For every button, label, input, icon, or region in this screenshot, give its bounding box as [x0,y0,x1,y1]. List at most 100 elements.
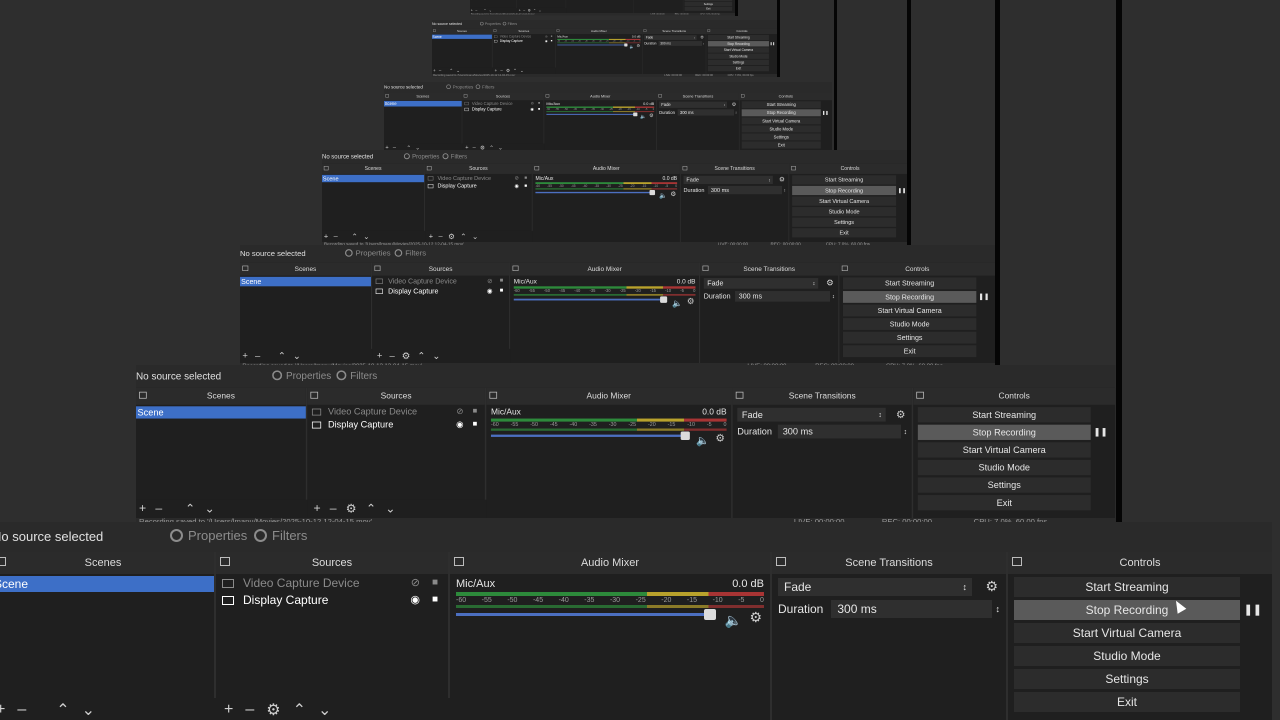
volume-slider[interactable] [490,431,690,440]
dock-icon[interactable] [323,166,329,171]
dock-icon[interactable] [454,557,464,566]
volume-slider-handle[interactable] [704,609,716,620]
move-up-button[interactable]: ⌃ [417,350,425,362]
pause-icon[interactable]: ❚❚ [822,109,828,116]
move-up-button[interactable]: ⌃ [352,232,358,241]
transition-gear-icon[interactable]: ⚙ [896,408,906,421]
add-source-button[interactable]: + [313,502,320,516]
duration-input[interactable]: 300 ms [708,185,782,195]
remove-scene-button[interactable]: – [17,701,26,719]
dock-icon[interactable] [489,391,498,399]
speaker-icon[interactable]: 🔈 [696,434,709,447]
source-item[interactable]: Video Capture Device ⊘ ■ [307,406,484,418]
start-streaming-button[interactable]: Start Streaming [707,34,769,41]
dock-icon[interactable] [791,166,796,171]
volume-slider-handle[interactable] [680,431,690,440]
remove-scene-button[interactable]: – [155,502,162,516]
dock-icon[interactable] [433,29,436,32]
add-scene-button[interactable]: + [242,351,248,362]
stop-recording-button[interactable]: Stop Recording ❚❚ [741,109,829,117]
duration-stepper[interactable]: ↕ [784,188,786,193]
filters-button[interactable]: Filters [442,153,467,160]
filters-button[interactable]: Filters [254,528,307,543]
source-settings-gear-icon[interactable]: ⚙ [506,68,510,74]
stop-recording-button[interactable]: Stop Recording ❚❚ [792,185,906,196]
source-settings-gear-icon[interactable]: ⚙ [448,232,455,241]
volume-slider-handle[interactable] [649,190,656,196]
remove-source-button[interactable]: – [439,232,443,240]
duration-input[interactable]: 300 ms [658,41,702,46]
start-streaming-button[interactable]: Start Streaming [792,175,897,185]
move-down-button[interactable]: ⌄ [363,232,369,241]
duration-stepper[interactable]: ↕ [904,428,907,436]
add-scene-button[interactable]: + [433,68,436,73]
settings-button[interactable]: Settings [792,217,897,227]
lock-icon[interactable]: ■ [500,276,504,285]
remove-source-button[interactable]: – [389,351,394,362]
move-down-button[interactable]: ⌄ [520,68,524,74]
stop-recording-button[interactable]: Stop Recording ❚❚ [707,41,775,47]
remove-scene-button[interactable]: – [439,68,441,73]
studio-mode-button[interactable]: Studio Mode [707,53,769,59]
lock-icon[interactable]: ■ [432,592,438,608]
transition-select[interactable]: Fade ↕ [737,407,886,422]
move-up-button[interactable]: ⌃ [293,700,306,720]
volume-slider[interactable] [456,609,716,620]
exit-button[interactable]: Exit [741,141,821,149]
stop-recording-button[interactable]: Stop Recording ❚❚ [842,291,989,303]
lock-icon[interactable]: ■ [538,107,540,113]
volume-slider[interactable] [535,190,656,196]
filters-button[interactable]: Filters [502,22,517,26]
lock-icon[interactable]: ■ [524,174,527,181]
duration-stepper[interactable]: ↕ [735,111,737,115]
duration-stepper[interactable]: ↕ [703,42,704,45]
mixer-gear-icon[interactable]: ⚙ [687,296,694,306]
add-source-button[interactable]: + [224,701,233,719]
duration-input[interactable]: 300 ms [735,291,830,302]
volume-slider[interactable] [557,43,628,47]
start-virtual-camera-button[interactable]: Start Virtual Camera [1014,623,1240,643]
dock-icon[interactable] [741,94,745,98]
mixer-gear-icon[interactable]: ⚙ [670,190,676,198]
start-virtual-camera-button[interactable]: Start Virtual Camera [707,47,769,53]
move-down-button[interactable]: ⌄ [456,68,460,74]
studio-mode-button[interactable]: Studio Mode [741,125,821,133]
visibility-off-icon[interactable]: ⊘ [515,174,519,181]
lock-icon[interactable]: ■ [551,39,553,43]
move-up-button[interactable]: ⌃ [185,501,195,516]
move-up-button[interactable]: ⌃ [449,68,453,74]
visibility-off-icon[interactable]: ⊘ [487,276,492,285]
duration-input[interactable]: 300 ms [677,109,734,116]
transition-select[interactable]: Fade ↕ [659,101,727,108]
source-item[interactable]: Video Capture Device ⊘ ■ [425,174,532,181]
studio-mode-button[interactable]: Studio Mode [1014,646,1240,666]
eye-icon[interactable]: ◉ [410,592,420,608]
properties-button[interactable]: Properties [345,249,391,257]
dock-icon[interactable] [776,557,786,566]
volume-slider[interactable] [513,296,668,303]
dock-icon[interactable] [841,265,848,271]
lock-icon[interactable]: ■ [524,182,527,189]
dock-icon[interactable] [512,265,519,271]
move-up-button[interactable]: ⌃ [56,700,69,720]
pause-icon[interactable]: ❚❚ [898,186,906,195]
properties-button[interactable]: Properties [272,370,331,381]
source-item[interactable]: Display Capture ◉ ■ [425,182,532,189]
settings-button[interactable]: Settings [842,331,977,344]
source-settings-gear-icon[interactable]: ⚙ [266,700,280,720]
scene-item[interactable]: Scene [322,174,425,183]
stop-recording-button[interactable]: Stop Recording ❚❚ [1014,600,1262,620]
exit-button[interactable]: Exit [1014,692,1240,712]
source-item[interactable]: Video Capture Device ⊘ ■ [216,575,448,591]
dock-icon[interactable] [493,29,497,32]
lock-icon[interactable]: ■ [538,101,540,107]
transition-gear-icon[interactable]: ⚙ [826,278,833,288]
settings-button[interactable]: Settings [707,59,769,66]
move-down-button[interactable]: ⌄ [293,350,301,362]
remove-scene-button[interactable]: – [255,351,260,362]
settings-button[interactable]: Settings [917,477,1091,493]
properties-button[interactable]: Properties [446,84,473,89]
speaker-icon[interactable]: 🔈 [659,191,667,199]
dock-icon[interactable] [643,29,647,32]
eye-icon[interactable]: ◉ [487,286,493,295]
